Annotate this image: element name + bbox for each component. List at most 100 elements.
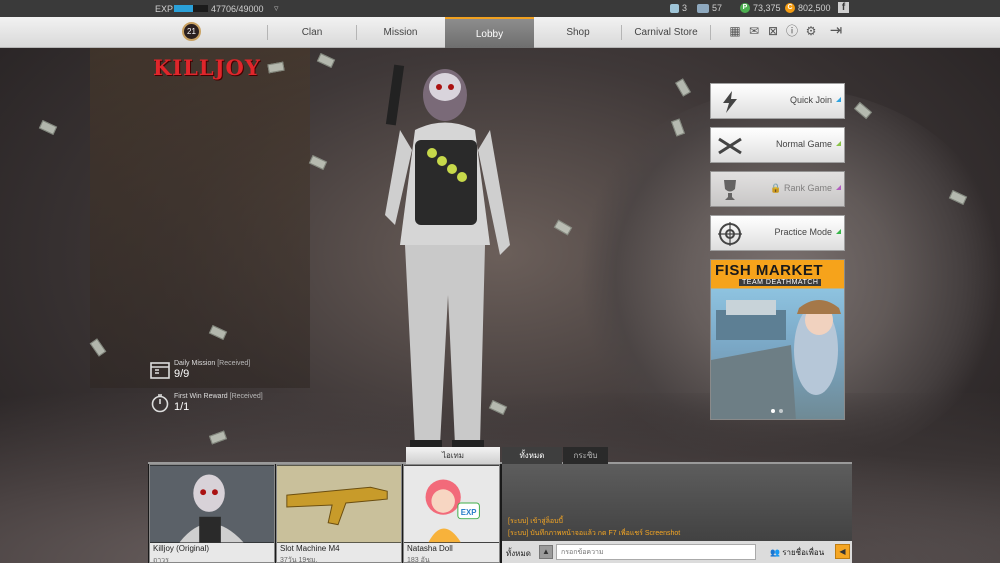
normal-game-label: Normal Game [775,139,832,149]
first-win-title: First Win Reward [Received] [174,393,263,400]
gift-icon[interactable]: ⊠ [766,24,780,38]
banner-art [711,300,841,419]
key-count: 3 [670,3,687,13]
practice-mode-label: Practice Mode [774,227,832,237]
svg-text:EXP: EXP [461,508,477,517]
collapse-panel-button[interactable]: ◀ [835,544,850,559]
first-win-label: First Win Reward [174,393,228,400]
banner-subtitle: TEAM DEATHMATCH [739,279,822,286]
lightning-icon [723,91,737,113]
inventory-count-value: 57 [712,3,723,13]
p-coin-icon: P [740,3,750,13]
quick-join-button[interactable]: Quick Join [710,83,845,119]
tab-carnival-store[interactable]: Carnival Store [622,17,710,48]
crossed-guns-icon [718,137,742,155]
key-count-value: 3 [682,3,688,13]
item-card-killjoy[interactable]: Killjoy (Original) ถาวร [149,464,275,563]
c-coin-icon: C [785,3,795,13]
exp-value: 47706/49000 [211,4,264,14]
nav-divider [710,25,711,40]
trophy-icon [724,180,736,200]
mail-icon[interactable]: ✉ [747,24,761,38]
chat-tab-whisper[interactable]: กระซิบ [563,447,608,464]
daily-mission-value: 9/9 [174,368,190,380]
chat-footer: ทั้งหมด ▲ 👥 รายชื่อเพื่อน ◀ [502,541,852,563]
level-badge[interactable]: 21 [182,22,201,41]
gear-icon[interactable]: ⚙ [804,24,818,38]
calendar-mission-icon [150,362,170,379]
chat-input[interactable] [556,544,756,560]
c-coin-value: 802,500 [798,3,831,13]
exp-progress-bar [174,5,208,12]
daily-mission-label: Daily Mission [174,360,216,367]
exp-label: EXP [155,4,174,14]
stopwatch-icon [151,394,169,413]
banner-dot[interactable] [771,409,775,413]
corner-marker [836,185,841,190]
tab-lobby[interactable]: Lobby [445,17,534,48]
exit-icon[interactable]: ⇥ [826,23,846,38]
friend-list-label: รายชื่อเพื่อน [782,548,825,557]
chat-channel-label[interactable]: ทั้งหมด [506,547,531,560]
lock-icon: 🔒 [770,183,784,193]
first-win-value: 1/1 [174,401,190,413]
chat-message: [ระบบ] เข้าสู่ล็อบบี้ [508,518,564,525]
daily-mission-title: Daily Mission [Received] [174,360,250,367]
item-duration: ถาวร [153,557,169,563]
tab-shop[interactable]: Shop [535,17,621,48]
corner-marker [836,141,841,146]
key-icon [670,3,679,13]
item-name: Natasha Doll [407,544,453,553]
natasha-doll-thumbnail: EXP [404,465,499,543]
tab-clan[interactable]: Clan [268,17,356,48]
item-card-slot-machine-m4[interactable]: Slot Machine M4 37วัน 19ชม. [276,464,402,563]
character-killjoy [385,64,510,450]
inventory-icon [697,3,709,13]
practice-mode-button[interactable]: Practice Mode [710,215,845,251]
friend-list-button[interactable]: 👥 รายชื่อเพื่อน [770,546,824,559]
item-name: Killjoy (Original) [153,544,210,553]
facebook-icon[interactable]: f [838,2,849,13]
status-bar: EXP 47706/49000 ▿ 3 57 P 73,375 C 802,50… [0,0,1000,17]
c-coin-balance: C 802,500 [785,3,831,13]
quick-join-label: Quick Join [789,95,832,105]
chat-panel: [ระบบ] เข้าสู่ล็อบบี้ [ระบบ] บันทึกภาพหน… [502,464,852,563]
normal-game-button[interactable]: Normal Game [710,127,845,163]
calendar-icon[interactable]: ▦ [728,24,742,38]
banner-pagination [771,409,783,413]
tab-items[interactable]: ไอเทม [406,447,500,464]
main-nav: 21 Clan Mission Lobby Shop Carnival Stor… [0,17,1000,48]
item-quantity: 183 อัน [407,557,430,563]
banner-dot[interactable] [779,409,783,413]
first-win-status: [Received] [229,393,263,400]
chat-message: [ระบบ] บันทึกภาพหน้าจอแล้ว กด F7 เพื่อแช… [508,530,681,537]
inventory-count: 57 [697,3,722,13]
exp-progress-fill [174,5,193,12]
money-bill [316,53,336,68]
slot-machine-m4-thumbnail [277,465,401,543]
rank-game-button[interactable]: 🔒 Rank Game [710,171,845,207]
money-bill [675,78,691,97]
item-duration: 37วัน 19ชม. [280,557,318,563]
game-title: KILLJOY [153,55,261,80]
money-bill [38,120,58,135]
p-point-balance: P 73,375 [740,3,781,13]
tab-mission[interactable]: Mission [357,17,444,48]
rank-game-label: 🔒 Rank Game [770,183,832,194]
background-doorway [90,48,310,388]
corner-marker [836,229,841,234]
daily-mission-status: [Received] [217,360,251,367]
chat-tab-all[interactable]: ทั้งหมด [502,447,562,464]
rank-game-text: Rank Game [783,183,832,193]
killjoy-thumbnail [150,465,274,543]
event-banner[interactable]: FISH MARKET TEAM DEATHMATCH [710,259,845,420]
info-icon[interactable]: ⓘ [785,24,799,38]
money-bill [308,155,328,170]
friends-icon: 👥 [770,548,783,557]
corner-marker [836,97,841,102]
chat-channel-up-button[interactable]: ▲ [539,545,553,559]
target-icon [718,222,742,246]
item-card-natasha-doll[interactable]: EXP Natasha Doll 183 อัน [403,464,500,563]
filter-icon[interactable]: ▿ [274,3,279,14]
banner-title: FISH MARKET [715,262,823,279]
